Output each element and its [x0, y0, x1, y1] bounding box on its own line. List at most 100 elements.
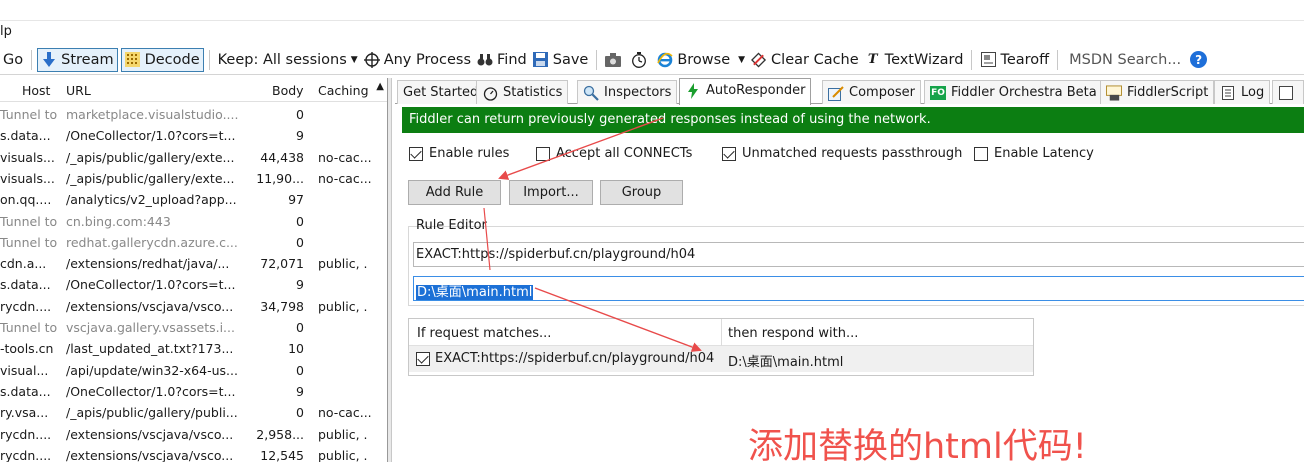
text-wizard-button[interactable]: T TextWizard — [862, 48, 967, 72]
accept-connects-checkbox[interactable]: Accept all CONNECTs — [536, 146, 692, 161]
inspector-panel: Get Started Statistics Inspectors AutoRe… — [395, 78, 1304, 462]
tab-log[interactable]: Log — [1214, 80, 1271, 104]
tab-statistics[interactable]: Statistics — [476, 80, 569, 104]
session-row[interactable]: cdn.a... /extensions/redhat/java/... 72,07… — [0, 253, 387, 274]
column-url[interactable]: URL — [66, 83, 91, 98]
column-caching[interactable]: Caching — [318, 83, 369, 98]
session-row[interactable]: Tunnel to redhat.gallerycdn.azure.c... 0 — [0, 232, 387, 253]
session-body-cell: 2,958... — [256, 426, 304, 442]
rule-match-input[interactable]: EXACT:https://spiderbuf.cn/playground/h0… — [413, 242, 1304, 267]
rules-list[interactable]: If request matches... then respond with.… — [408, 318, 1034, 376]
session-row[interactable]: visuals... /_apis/public/gallery/exte... 1… — [0, 168, 387, 189]
unmatched-passthrough-checkbox[interactable]: Unmatched requests passthrough — [722, 146, 962, 161]
tab-overflow[interactable] — [1272, 80, 1304, 104]
column-if-request-matches[interactable]: If request matches... — [417, 326, 551, 341]
screenshot-button[interactable] — [602, 48, 628, 72]
toolbar-separator — [1057, 49, 1059, 70]
sessions-list[interactable]: Host URL Body Caching ▲ Tunnel to marketp… — [0, 78, 388, 462]
session-row[interactable]: s.data... /OneCollector/1.0?cors=t... 9 — [0, 381, 387, 402]
session-row[interactable]: s.data... /OneCollector/1.0?cors=t... 9 — [0, 274, 387, 295]
save-button[interactable]: Save — [530, 48, 592, 72]
session-url-cell: redhat.gallerycdn.azure.c... — [66, 234, 238, 250]
session-host-cell: on.qq.... — [0, 192, 52, 208]
session-caching-cell: public, . — [318, 298, 368, 314]
scroll-up-icon[interactable]: ▲ — [376, 81, 384, 92]
stream-button[interactable]: Stream — [37, 47, 118, 72]
fiddlerscript-icon — [1106, 85, 1122, 101]
timer-icon — [631, 51, 647, 68]
dropdown-arrow-icon: ▼ — [738, 54, 746, 65]
column-then-respond-with[interactable]: then respond with... — [728, 326, 858, 341]
crosshair-icon — [363, 51, 380, 68]
session-row[interactable]: rycdn.... /extensions/vscjava/vsco... 12,5… — [0, 445, 387, 462]
session-row[interactable]: -tools.cn/last_updated_at.txt?173... 10 — [0, 338, 387, 359]
group-button[interactable]: Group — [600, 180, 683, 205]
decode-button[interactable]: Decode — [120, 47, 204, 72]
session-row[interactable]: on.qq.... /analytics/v2_upload?app... 97 — [0, 189, 387, 210]
tab-inspectors[interactable]: Inspectors — [577, 80, 678, 104]
find-button[interactable]: Find — [474, 48, 530, 72]
rule-action-input[interactable]: D:\桌面\main.html — [413, 276, 1304, 301]
session-url-cell: /_apis/public/gallery/exte... — [66, 149, 235, 165]
import-button[interactable]: Import... — [509, 180, 593, 205]
session-host-cell: s.data... — [0, 383, 51, 399]
panel-splitter[interactable] — [388, 78, 392, 462]
tab-fiddler-orchestra[interactable]: FO Fiddler Orchestra Beta — [924, 80, 1103, 104]
session-body-cell: 0 — [296, 234, 304, 250]
msdn-search-input[interactable]: MSDN Search... — [1063, 48, 1187, 72]
menu-help[interactable]: lp — [0, 24, 12, 39]
enable-rules-checkbox[interactable]: Enable rules — [409, 146, 509, 161]
session-caching-cell: no-cac... — [318, 149, 372, 165]
session-caching-cell: public, . — [318, 447, 368, 462]
session-row[interactable]: rycdn.... /extensions/vscjava/vsco... 34,7… — [0, 296, 387, 317]
session-host-cell: visual... — [0, 362, 49, 378]
session-body-cell: 0 — [296, 107, 304, 122]
toolbar-separator — [31, 49, 33, 70]
timer-button[interactable] — [628, 48, 654, 72]
column-host[interactable]: Host — [22, 83, 50, 98]
column-divider — [721, 319, 722, 346]
session-row[interactable]: visual... /api/update/win32-x64-us... 0 — [0, 360, 387, 381]
binoculars-icon — [477, 52, 493, 68]
text-wizard-icon: T — [867, 52, 878, 67]
session-row[interactable]: ry.vsa... /_apis/public/gallery/publi... 0… — [0, 402, 387, 423]
rule-row[interactable]: EXACT:https://spiderbuf.cn/playground/h0… — [409, 346, 1033, 372]
browse-button[interactable]: Browse ▼ — [654, 48, 748, 72]
camera-icon — [605, 52, 622, 68]
tab-fiddlerscript[interactable]: FiddlerScript — [1100, 80, 1215, 104]
tearoff-button[interactable]: Tearoff — [977, 48, 1052, 72]
tab-get-started[interactable]: Get Started — [397, 80, 485, 104]
tab-autoresponder[interactable]: AutoResponder — [679, 78, 812, 105]
session-body-cell: 10 — [288, 341, 304, 357]
rules-list-header: If request matches... then respond with.… — [409, 319, 1033, 346]
keep-sessions-dropdown[interactable]: Keep: All sessions ▼ — [215, 48, 361, 72]
clear-cache-icon — [751, 51, 767, 68]
session-body-cell: 34,798 — [260, 298, 304, 314]
any-process-button[interactable]: Any Process — [361, 48, 474, 72]
autoresponder-banner: Fiddler can return previously generated … — [402, 107, 1304, 133]
go-button[interactable]: Go — [0, 48, 26, 72]
session-row[interactable]: visuals... /_apis/public/gallery/exte... 4… — [0, 147, 387, 168]
session-url-cell: /extensions/vscjava/vsco... — [66, 447, 234, 462]
session-body-cell: 0 — [296, 405, 304, 421]
fo-icon: FO — [930, 86, 946, 100]
help-icon: ? — [1190, 51, 1208, 68]
session-host-cell: Tunnel to — [0, 213, 58, 229]
add-rule-button[interactable]: Add Rule — [408, 180, 501, 205]
session-body-cell: 9 — [296, 383, 304, 399]
rule-enabled-checkbox[interactable] — [416, 352, 430, 366]
session-body-cell: 44,438 — [260, 149, 304, 165]
column-body[interactable]: Body — [272, 83, 304, 98]
clear-cache-button[interactable]: Clear Cache — [748, 48, 862, 72]
help-button[interactable]: ? — [1187, 48, 1210, 72]
session-row[interactable]: s.data... /OneCollector/1.0?cors=t... 9 — [0, 125, 387, 146]
toolbar: Go Stream Decode Keep: All sessions ▼ Any… — [0, 45, 1304, 75]
tab-composer[interactable]: Composer — [822, 80, 922, 104]
session-row[interactable]: Tunnel to marketplace.visualstudio.... 0 — [0, 104, 387, 125]
session-row[interactable]: Tunnel to vscjava.gallery.vsassets.i... 0 — [0, 317, 387, 338]
session-row[interactable]: Tunnel to cn.bing.com:443 0 — [0, 211, 387, 232]
checkbox-checked-icon — [409, 146, 423, 161]
enable-latency-checkbox[interactable]: Enable Latency — [974, 146, 1094, 161]
session-host-cell: Tunnel to — [0, 234, 58, 250]
session-row[interactable]: rycdn.... /extensions/vscjava/vsco... 2,95… — [0, 424, 387, 445]
